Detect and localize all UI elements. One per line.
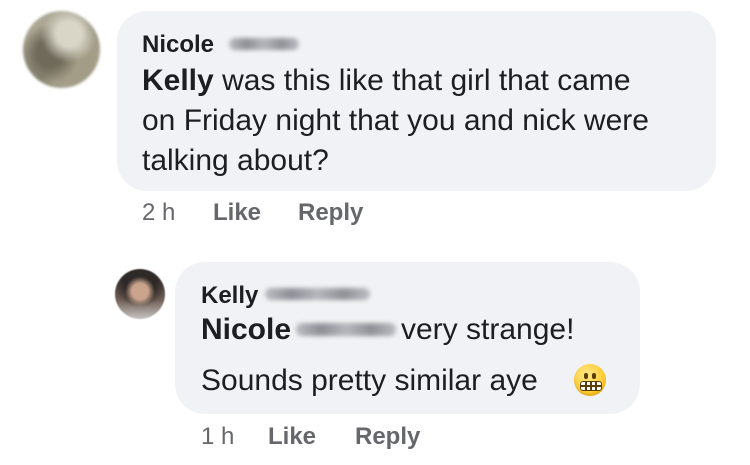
comment-text-line: on Friday night that you and nick were — [142, 104, 649, 137]
comment-text-line: talking about? — [142, 144, 329, 177]
comment-text-line: Kelly was this like that girl that came — [142, 61, 631, 101]
reply-button[interactable]: Reply — [298, 199, 363, 227]
reply-timestamp[interactable]: 1 h — [201, 423, 234, 451]
redacted-surname — [296, 323, 396, 336]
reply-text-line: very strange! — [401, 313, 575, 346]
reply-text-line: Sounds pretty similar aye — [201, 364, 538, 397]
comment-text: was this like that girl that came — [222, 64, 631, 97]
like-button[interactable]: Like — [213, 199, 261, 227]
mention-link[interactable]: Nicole — [201, 310, 291, 350]
redacted-surname — [265, 288, 370, 300]
grimacing-face-emoji-icon — [574, 364, 606, 396]
avatar[interactable] — [23, 11, 100, 88]
reply-button[interactable]: Reply — [355, 423, 420, 451]
mention-link[interactable]: Kelly — [142, 64, 214, 97]
comment-timestamp[interactable]: 2 h — [142, 199, 175, 227]
comment-thread: Nicole Kelly was this like that girl tha… — [0, 0, 750, 465]
avatar[interactable] — [115, 269, 165, 319]
like-button[interactable]: Like — [268, 423, 316, 451]
reply-author-name[interactable]: Kelly — [201, 282, 258, 310]
redacted-surname — [229, 38, 299, 50]
comment-author-name[interactable]: Nicole — [142, 31, 214, 59]
